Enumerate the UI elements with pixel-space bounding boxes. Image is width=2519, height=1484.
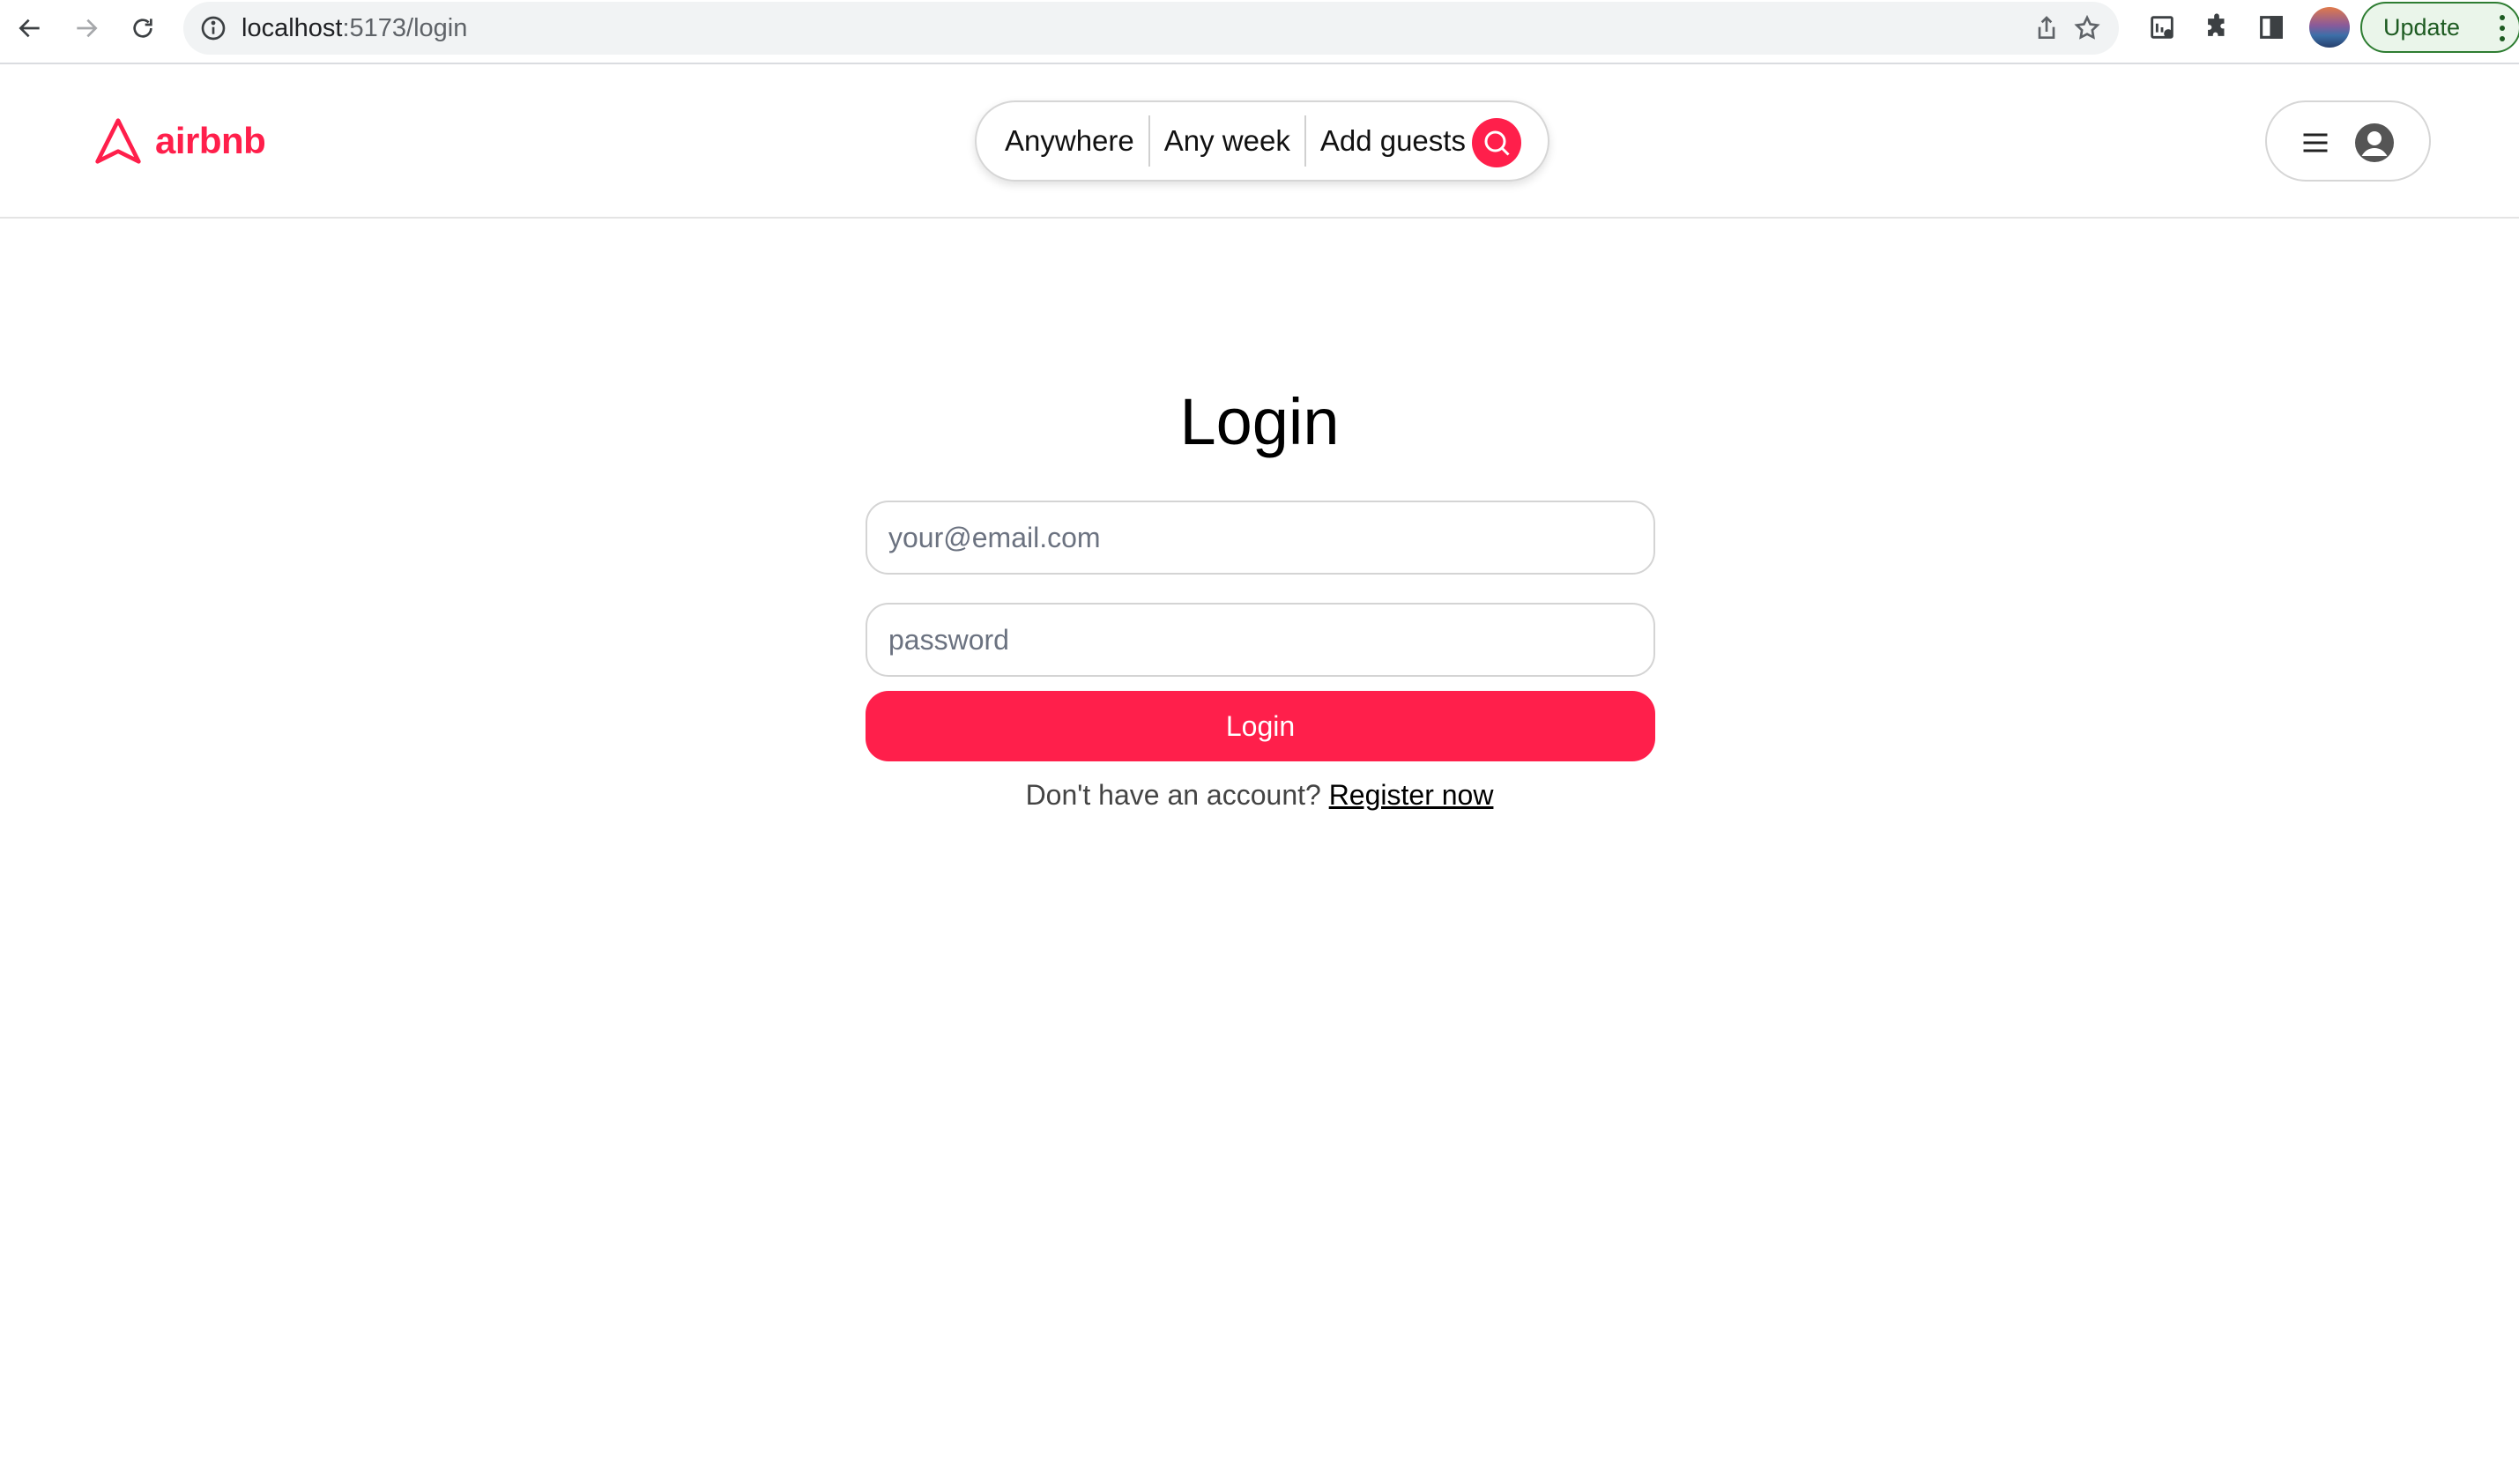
bookmark-star-icon[interactable] [2071,12,2103,44]
search-anywhere[interactable]: Anywhere [1005,124,1134,158]
address-bar[interactable]: localhost:5173/login [183,2,2119,55]
browser-toolbar: localhost:5173/login Update [0,0,2519,64]
pill-divider [1304,115,1306,167]
page-title: Login [1179,385,1340,458]
search-add-guests[interactable]: Add guests [1320,124,1466,158]
search-pill[interactable]: Anywhere Any week Add guests [975,100,1549,182]
pill-divider [1148,115,1150,167]
no-account-text: Don't have an account? [1025,779,1321,811]
more-vert-icon[interactable] [2500,15,2505,41]
reload-icon[interactable] [122,7,164,49]
search-button[interactable] [1472,118,1521,167]
share-icon[interactable] [2031,12,2062,44]
puzzle-icon[interactable] [2200,11,2233,44]
password-field[interactable] [866,603,1655,677]
airbnb-logo-icon [95,118,141,164]
site-header: airbnb Anywhere Any week Add guests [0,65,2519,219]
profile-avatar[interactable] [2309,7,2350,48]
search-any-week[interactable]: Any week [1164,124,1290,158]
back-arrow-icon[interactable] [9,7,51,49]
search-icon [1484,130,1510,156]
login-button[interactable]: Login [866,691,1655,761]
logo[interactable]: airbnb [93,115,266,167]
user-avatar-icon [2355,123,2394,162]
register-prompt: Don't have an account? Register now [0,779,2519,812]
url-path: :5173/login [342,14,468,42]
extension-icon[interactable] [2145,11,2179,44]
update-button[interactable]: Update [2360,2,2519,53]
register-link[interactable]: Register now [1329,779,1494,811]
user-menu-button[interactable] [2265,100,2431,182]
url-text[interactable]: localhost:5173/login [241,14,467,42]
url-host: localhost [241,14,343,42]
update-label: Update [2383,13,2461,41]
forward-arrow-icon[interactable] [65,7,108,49]
menu-icon [2303,133,2328,152]
site-info-icon[interactable] [199,14,227,42]
logo-text: airbnb [155,120,266,161]
side-panel-icon[interactable] [2255,11,2288,44]
email-field[interactable] [866,501,1655,575]
